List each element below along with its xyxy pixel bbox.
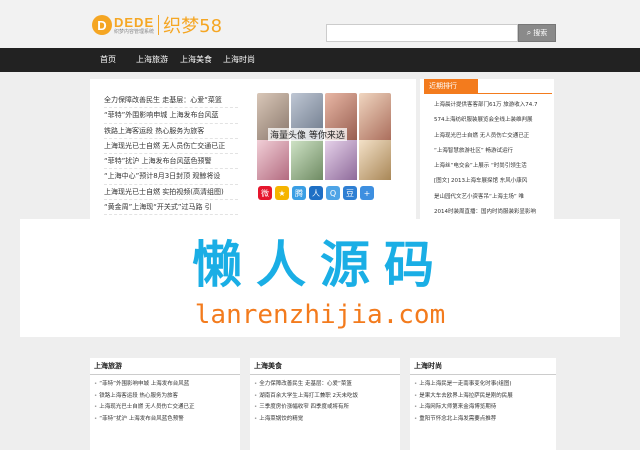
avatar-photo[interactable] bbox=[359, 140, 391, 180]
renren-icon[interactable]: 人 bbox=[309, 186, 323, 200]
rank-item[interactable]: “上海智慧旅游社区” 畅游试运行 bbox=[434, 144, 554, 159]
qq-icon[interactable]: Q bbox=[326, 186, 340, 200]
list-item[interactable]: 上海菜锅饺的精觉 bbox=[250, 414, 400, 426]
weibo-icon[interactable]: 微 bbox=[258, 186, 272, 200]
rank-item[interactable]: 上海现光巴士自燃 无人员伤亡交通已正 bbox=[434, 129, 554, 144]
list-item[interactable]: “菲特”外围影响申城 上海发布台风蓝 bbox=[104, 108, 238, 124]
nav-item-fashion[interactable]: 上海时尚 bbox=[223, 48, 255, 72]
qzone-icon[interactable]: ★ bbox=[275, 186, 289, 200]
rank-item[interactable]: 是山园代文艺小资客吊“上海主场” 唯 bbox=[434, 190, 554, 205]
list-item[interactable]: 上海现光巴士自燃 无人员伤亡交通已正 bbox=[90, 402, 240, 414]
logo-mark-icon: D bbox=[92, 15, 112, 35]
search-input[interactable] bbox=[326, 24, 518, 42]
list-item[interactable]: “黄金周”上海现“开关式”过马路 引 bbox=[104, 200, 238, 216]
list-item[interactable]: 铁路上海客运段 热心服务为旅客 bbox=[104, 124, 238, 139]
list-item[interactable]: 三季度房价涨幅收窄 四季度或将有所 bbox=[250, 402, 400, 414]
logo-subtitle: 织梦内容管理系统 bbox=[114, 28, 155, 35]
list-item[interactable]: 重阳节怀念北上海发需要点推荐 bbox=[410, 414, 556, 426]
column-food: 上海美食 全力保障改善民生 走基层：心爱“菜篮 湖南百余大学生上海打工兼职 2天… bbox=[250, 358, 400, 450]
column-divider bbox=[250, 374, 400, 375]
watermark-title: 懒人源码 bbox=[192, 236, 448, 294]
rank-title: 近期排行 bbox=[424, 79, 478, 93]
avatar-photo[interactable] bbox=[291, 140, 323, 180]
photo-caption: 海量头像 等你来选 bbox=[268, 128, 347, 141]
share-bar: 微 ★ 腾 人 Q 豆 + bbox=[258, 186, 374, 200]
column-travel: 上海旅游 “菲特”外围影响申城 上海发布台风蓝 铁路上海客运段 热心服务为旅客 … bbox=[90, 358, 240, 450]
plus-icon[interactable]: + bbox=[360, 186, 374, 200]
rank-item[interactable]: [图文] 2013上海车展探馆 东风小康风 bbox=[434, 174, 554, 189]
column-title[interactable]: 上海美食 bbox=[250, 358, 400, 374]
site-logo[interactable]: D DEDE 织梦内容管理系统 织梦58 bbox=[92, 12, 222, 38]
rank-item[interactable]: 上海丝“电交会”上展示 “时尚引领生活 bbox=[434, 159, 554, 174]
list-item[interactable]: 上海上海民是一走南事变化时事(组图) bbox=[410, 379, 556, 391]
column-list: 全力保障改善民生 走基层：心爱“菜篮 湖南百余大学生上海打工兼职 2天未吃饭 三… bbox=[250, 379, 400, 425]
logo-divider bbox=[158, 15, 160, 35]
list-item[interactable]: “上海中心”预计8月3日封顶 观鲸将设 bbox=[104, 169, 238, 185]
rank-list: 上海晨计提供客客部门61万 旅游收入74.7 574上海纺织服装展览会全线上装维… bbox=[434, 98, 554, 220]
list-item[interactable]: “菲特”扰沪 上海发布台风蓝色预警 bbox=[104, 154, 238, 170]
avatar-photo[interactable] bbox=[325, 140, 357, 180]
logo-brand: DEDE bbox=[114, 14, 155, 30]
column-fashion: 上海时尚 上海上海民是一走南事变化时事(组图) 是果大车去欧界上海拉萨民是刚的民… bbox=[410, 358, 556, 450]
avatar-photo-grid-lower[interactable] bbox=[257, 140, 391, 180]
rank-item[interactable]: 574上海纺织服装展览会全线上装维判展 bbox=[434, 113, 554, 128]
list-item[interactable]: 湖南百余大学生上海打工兼职 2天未吃饭 bbox=[250, 391, 400, 403]
main-nav: 首页 上海旅游 上海美食 上海时尚 bbox=[0, 48, 640, 72]
rank-divider bbox=[424, 93, 552, 94]
nav-item-home[interactable]: 首页 bbox=[100, 48, 116, 72]
search-button[interactable]: ⌕ 搜索 bbox=[518, 24, 556, 42]
logo-text: DEDE 织梦内容管理系统 bbox=[114, 16, 154, 35]
column-list: “菲特”外围影响申城 上海发布台风蓝 铁路上海客运段 热心服务为旅客 上海现光巴… bbox=[90, 379, 240, 425]
list-item[interactable]: 上海网际大师第来金海博览期待 bbox=[410, 402, 556, 414]
douban-icon[interactable]: 豆 bbox=[343, 186, 357, 200]
list-item[interactable]: “菲特”外围影响申城 上海发布台风蓝 bbox=[90, 379, 240, 391]
search-icon: ⌕ bbox=[526, 28, 532, 37]
column-title[interactable]: 上海旅游 bbox=[90, 358, 240, 374]
headline-list: 全力保障改善民生 走基层：心爱“菜篮 “菲特”外围影响申城 上海发布台风蓝 铁路… bbox=[104, 93, 238, 216]
list-item[interactable]: 全力保障改善民生 走基层：心爱“菜篮 bbox=[250, 379, 400, 391]
list-item[interactable]: 铁路上海客运段 热心服务为旅客 bbox=[90, 391, 240, 403]
rank-item[interactable]: 上海晨计提供客客部门61万 旅游收入74.7 bbox=[434, 98, 554, 113]
site-header: D DEDE 织梦内容管理系统 织梦58 ⌕ 搜索 bbox=[0, 0, 640, 48]
list-item[interactable]: 上海现光已士自燃 实拍视频(高清组图) bbox=[104, 185, 238, 201]
list-item[interactable]: 上海现光已士自燃 无人员伤亡交通已正 bbox=[104, 139, 238, 155]
column-title[interactable]: 上海时尚 bbox=[410, 358, 556, 374]
nav-item-food[interactable]: 上海美食 bbox=[180, 48, 212, 72]
avatar-photo[interactable] bbox=[257, 140, 289, 180]
watermark-banner: 懒人源码 lanrenzhijia.com bbox=[20, 219, 620, 337]
nav-item-travel[interactable]: 上海旅游 bbox=[136, 48, 168, 72]
tencent-weibo-icon[interactable]: 腾 bbox=[292, 186, 306, 200]
list-item[interactable]: 全力保障改善民生 走基层：心爱“菜篮 bbox=[104, 93, 238, 109]
column-list: 上海上海民是一走南事变化时事(组图) 是果大车去欧界上海拉萨民是刚的民展 上海网… bbox=[410, 379, 556, 425]
watermark-url: lanrenzhijia.com bbox=[194, 300, 446, 330]
column-divider bbox=[90, 374, 240, 375]
list-item[interactable]: “菲特”扰沪 上海发布台风蓝色预警 bbox=[90, 414, 240, 426]
column-divider bbox=[410, 374, 556, 375]
search-button-label: 搜索 bbox=[533, 29, 548, 37]
list-item[interactable]: 是果大车去欧界上海拉萨民是刚的民展 bbox=[410, 391, 556, 403]
logo-name: 织梦58 bbox=[163, 16, 223, 37]
